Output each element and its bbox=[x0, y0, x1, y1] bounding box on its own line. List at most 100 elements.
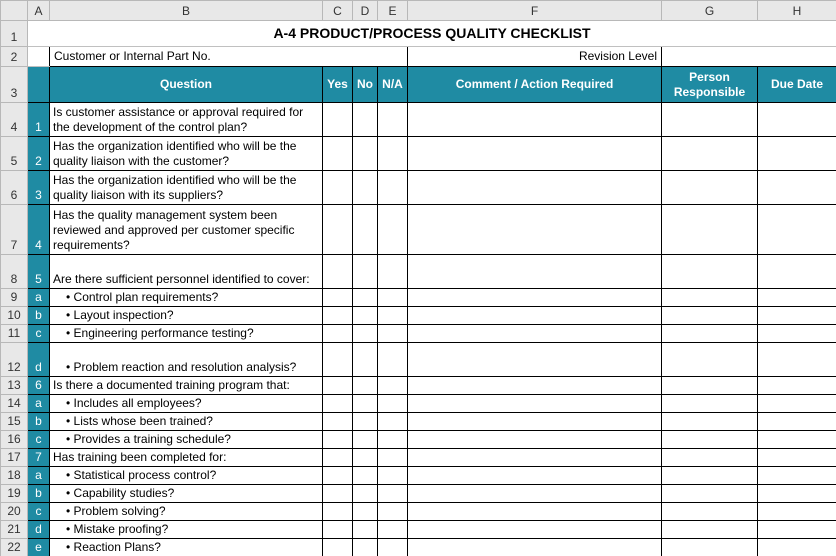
comment-cell[interactable] bbox=[408, 485, 662, 503]
yes-cell[interactable] bbox=[323, 521, 353, 539]
question-cell[interactable]: • Problem reaction and resolution analys… bbox=[50, 343, 323, 377]
question-cell[interactable]: • Statistical process control? bbox=[50, 467, 323, 485]
row-number-cell[interactable]: b bbox=[28, 307, 50, 325]
no-cell[interactable] bbox=[353, 171, 378, 205]
row-number-cell[interactable]: d bbox=[28, 343, 50, 377]
comment-cell[interactable] bbox=[408, 343, 662, 377]
col-header-H[interactable]: H bbox=[758, 1, 836, 21]
row-number-cell[interactable]: c bbox=[28, 325, 50, 343]
question-cell[interactable]: • Mistake proofing? bbox=[50, 521, 323, 539]
yes-cell[interactable] bbox=[323, 307, 353, 325]
due-cell[interactable] bbox=[758, 137, 836, 171]
col-header-A[interactable]: A bbox=[28, 1, 50, 21]
row-header-21[interactable]: 21 bbox=[1, 521, 28, 539]
na-cell[interactable] bbox=[378, 503, 408, 521]
no-cell[interactable] bbox=[353, 413, 378, 431]
col-header-F[interactable]: F bbox=[408, 1, 662, 21]
question-cell[interactable]: Has the organization identified who will… bbox=[50, 137, 323, 171]
due-cell[interactable] bbox=[758, 325, 836, 343]
row-number-cell[interactable]: c bbox=[28, 503, 50, 521]
row-header-4[interactable]: 4 bbox=[1, 103, 28, 137]
row-number-cell[interactable]: a bbox=[28, 289, 50, 307]
question-cell[interactable]: Is there a documented training program t… bbox=[50, 377, 323, 395]
row-header-7[interactable]: 7 bbox=[1, 205, 28, 255]
row-header-14[interactable]: 14 bbox=[1, 395, 28, 413]
person-cell[interactable] bbox=[662, 307, 758, 325]
select-all-corner[interactable] bbox=[1, 1, 28, 21]
question-cell[interactable]: • Lists whose been trained? bbox=[50, 413, 323, 431]
grid[interactable]: A B C D E F G H 1 A-4 PRODUCT/PROCESS QU… bbox=[0, 0, 836, 556]
no-cell[interactable] bbox=[353, 255, 378, 289]
no-cell[interactable] bbox=[353, 467, 378, 485]
due-cell[interactable] bbox=[758, 521, 836, 539]
question-cell[interactable]: Has the organization identified who will… bbox=[50, 171, 323, 205]
row-header-10[interactable]: 10 bbox=[1, 307, 28, 325]
person-cell[interactable] bbox=[662, 485, 758, 503]
yes-cell[interactable] bbox=[323, 377, 353, 395]
no-cell[interactable] bbox=[353, 205, 378, 255]
person-cell[interactable] bbox=[662, 103, 758, 137]
row-header-17[interactable]: 17 bbox=[1, 449, 28, 467]
row-number-cell[interactable]: 6 bbox=[28, 377, 50, 395]
no-cell[interactable] bbox=[353, 521, 378, 539]
row-header-18[interactable]: 18 bbox=[1, 467, 28, 485]
question-cell[interactable]: Has training been completed for: bbox=[50, 449, 323, 467]
title-cell[interactable]: A-4 PRODUCT/PROCESS QUALITY CHECKLIST bbox=[28, 21, 836, 47]
question-cell[interactable]: • Problem solving? bbox=[50, 503, 323, 521]
row-number-cell[interactable]: e bbox=[28, 539, 50, 556]
na-cell[interactable] bbox=[378, 205, 408, 255]
header-person[interactable]: Person Responsible bbox=[662, 67, 758, 103]
row-number-cell[interactable]: a bbox=[28, 395, 50, 413]
due-cell[interactable] bbox=[758, 205, 836, 255]
comment-cell[interactable] bbox=[408, 521, 662, 539]
comment-cell[interactable] bbox=[408, 307, 662, 325]
header-blank-A[interactable] bbox=[28, 67, 50, 103]
na-cell[interactable] bbox=[378, 307, 408, 325]
na-cell[interactable] bbox=[378, 467, 408, 485]
yes-cell[interactable] bbox=[323, 413, 353, 431]
yes-cell[interactable] bbox=[323, 325, 353, 343]
no-cell[interactable] bbox=[353, 307, 378, 325]
yes-cell[interactable] bbox=[323, 503, 353, 521]
yes-cell[interactable] bbox=[323, 431, 353, 449]
na-cell[interactable] bbox=[378, 485, 408, 503]
comment-cell[interactable] bbox=[408, 103, 662, 137]
row-header-11[interactable]: 11 bbox=[1, 325, 28, 343]
row-number-cell[interactable]: a bbox=[28, 467, 50, 485]
yes-cell[interactable] bbox=[323, 343, 353, 377]
person-cell[interactable] bbox=[662, 343, 758, 377]
row-header-22[interactable]: 22 bbox=[1, 539, 28, 556]
na-cell[interactable] bbox=[378, 521, 408, 539]
comment-cell[interactable] bbox=[408, 449, 662, 467]
row-header-16[interactable]: 16 bbox=[1, 431, 28, 449]
row-header-15[interactable]: 15 bbox=[1, 413, 28, 431]
question-cell[interactable]: • Provides a training schedule? bbox=[50, 431, 323, 449]
row-header-19[interactable]: 19 bbox=[1, 485, 28, 503]
comment-cell[interactable] bbox=[408, 413, 662, 431]
question-cell[interactable]: Is customer assistance or approval requi… bbox=[50, 103, 323, 137]
col-header-D[interactable]: D bbox=[353, 1, 378, 21]
comment-cell[interactable] bbox=[408, 171, 662, 205]
question-cell[interactable]: • Engineering performance testing? bbox=[50, 325, 323, 343]
yes-cell[interactable] bbox=[323, 467, 353, 485]
row-header-6[interactable]: 6 bbox=[1, 171, 28, 205]
row-header-1[interactable]: 1 bbox=[1, 21, 28, 47]
due-cell[interactable] bbox=[758, 431, 836, 449]
row-number-cell[interactable]: d bbox=[28, 521, 50, 539]
no-cell[interactable] bbox=[353, 137, 378, 171]
na-cell[interactable] bbox=[378, 289, 408, 307]
due-cell[interactable] bbox=[758, 449, 836, 467]
person-cell[interactable] bbox=[662, 289, 758, 307]
na-cell[interactable] bbox=[378, 395, 408, 413]
due-cell[interactable] bbox=[758, 103, 836, 137]
question-cell[interactable]: • Includes all employees? bbox=[50, 395, 323, 413]
person-cell[interactable] bbox=[662, 395, 758, 413]
row-number-cell[interactable]: c bbox=[28, 431, 50, 449]
yes-cell[interactable] bbox=[323, 449, 353, 467]
due-cell[interactable] bbox=[758, 467, 836, 485]
na-cell[interactable] bbox=[378, 171, 408, 205]
part-no-box[interactable]: Customer or Internal Part No. bbox=[50, 47, 408, 67]
person-cell[interactable] bbox=[662, 449, 758, 467]
no-cell[interactable] bbox=[353, 431, 378, 449]
comment-cell[interactable] bbox=[408, 325, 662, 343]
